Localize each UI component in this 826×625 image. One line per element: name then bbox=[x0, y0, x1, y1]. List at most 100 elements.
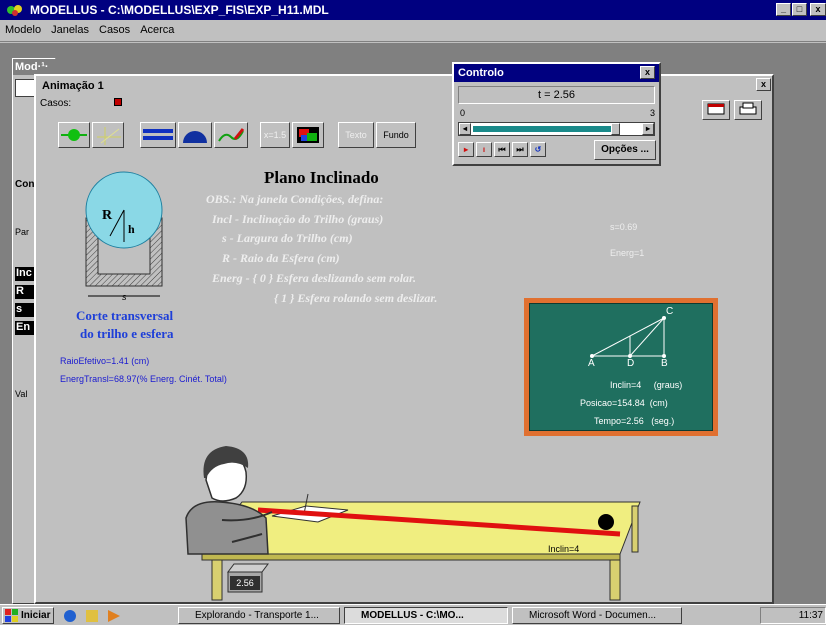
var-r[interactable]: R bbox=[15, 285, 35, 299]
caption-corte-1: Corte transversal bbox=[76, 308, 174, 323]
time-slider[interactable]: ◂ ▸ bbox=[458, 122, 655, 136]
timer-display: 2.56 bbox=[230, 576, 260, 590]
texto-button[interactable]: Texto bbox=[338, 122, 374, 148]
vertex-d-label: D bbox=[627, 358, 635, 369]
table-edge bbox=[201, 553, 621, 561]
task-modellus[interactable]: MODELLUS - C:\MO... bbox=[344, 607, 508, 624]
task-modellus-label: MODELLUS - C:\MO... bbox=[361, 610, 464, 621]
minimize-button[interactable]: _ bbox=[776, 3, 791, 16]
radius-r-label: R bbox=[102, 208, 113, 223]
menu-janelas[interactable]: Janelas bbox=[46, 20, 94, 40]
obs-line-5: Energ - { 0 } Esfera deslizando sem rola… bbox=[212, 271, 417, 285]
clock: 11:37 bbox=[798, 610, 823, 621]
fundo-button[interactable]: Fundo bbox=[376, 122, 416, 148]
time-display: t = 2.56 bbox=[458, 86, 655, 104]
obs-line-4: R - Raio da Esfera (cm) bbox=[222, 251, 340, 265]
printer-icon bbox=[739, 102, 757, 115]
image-icon bbox=[297, 127, 319, 143]
level-tool-button[interactable] bbox=[140, 122, 176, 148]
modellus-logo-icon bbox=[7, 5, 22, 16]
height-h-label: h bbox=[128, 222, 135, 236]
slider-left-arrow[interactable]: ◂ bbox=[459, 123, 471, 135]
menu-bar: Modelo Janelas Casos Acerca bbox=[0, 20, 826, 42]
raio-efetivo-readout: RaioEfetivo=1.41 (cm) bbox=[60, 356, 150, 366]
pen-icon bbox=[218, 128, 245, 142]
heading-plano-inclinado: Plano Inclinado bbox=[264, 168, 379, 187]
model-tool-button[interactable] bbox=[15, 79, 35, 97]
s-value-readout: s=0.69 bbox=[610, 222, 638, 232]
animation-window-title: Animação 1 bbox=[42, 80, 104, 92]
var-incl[interactable]: Inc bbox=[15, 267, 35, 281]
energ-transl-readout: EnergTransl=68.97(% Energ. Cinét. Total) bbox=[60, 374, 227, 384]
menu-casos[interactable]: Casos bbox=[94, 20, 135, 40]
start-label: Iniciar bbox=[21, 610, 51, 621]
bar-level-icon bbox=[143, 129, 173, 140]
vertex-c-label: C bbox=[666, 306, 674, 317]
pause-button[interactable]: ı bbox=[476, 142, 492, 157]
var-s[interactable]: s bbox=[15, 303, 35, 317]
close-button[interactable]: x bbox=[810, 3, 826, 16]
table-leg-left bbox=[211, 559, 223, 601]
vector-tool-button[interactable] bbox=[92, 122, 124, 148]
task-word[interactable]: Microsoft Word - Documen... bbox=[512, 607, 682, 624]
slider-right-arrow[interactable]: ▸ bbox=[642, 123, 654, 135]
replay-button[interactable]: ↺ bbox=[530, 142, 546, 157]
obs-line-6: { 1 } Esfera rolando sem deslizar. bbox=[274, 291, 438, 305]
quick-launch-icons bbox=[64, 610, 120, 622]
controlo-title: Controlo bbox=[454, 64, 659, 82]
animation-close-button[interactable]: x bbox=[756, 78, 771, 91]
obs-line-1: OBS.: Na janela Condições, defina: bbox=[206, 192, 384, 206]
table-leg-right bbox=[609, 559, 621, 601]
play-button[interactable]: ▸ bbox=[458, 142, 474, 157]
menu-acerca[interactable]: Acerca bbox=[135, 20, 179, 40]
model-window-title: Mod·¹· bbox=[13, 59, 57, 75]
window-icon bbox=[707, 103, 725, 115]
controlo-window[interactable]: Controlo x t = 2.56 0 3 ◂ ▸ ▸ ı ⏮ ⏭ ↺ Op… bbox=[452, 62, 661, 166]
app-titlebar: MODELLUS - C:\MODELLUS\EXP_FIS\EXP_H11.M… bbox=[0, 0, 826, 20]
obs-line-3: s - Largura do Trilho (cm) bbox=[222, 231, 353, 245]
pen-tool-button[interactable] bbox=[214, 122, 248, 148]
rewind-button[interactable]: ⏮ bbox=[494, 142, 510, 157]
time-scale-min: 0 bbox=[460, 108, 466, 118]
opcoes-button[interactable]: Opções ... bbox=[594, 140, 656, 160]
axes-icon bbox=[97, 127, 121, 145]
rolling-sphere bbox=[598, 514, 614, 530]
slider-thumb[interactable] bbox=[611, 123, 620, 135]
task-word-label: Microsoft Word - Documen... bbox=[529, 610, 657, 621]
vertex-a-label: A bbox=[588, 358, 595, 369]
animation-window[interactable]: Animação 1 x Casos: x=1.5 Texto Fundo Pl… bbox=[34, 74, 774, 604]
window-restore-button[interactable] bbox=[702, 100, 730, 120]
gauge-icon bbox=[183, 131, 207, 143]
ramp-inclin-label: Inclin=4 bbox=[548, 544, 580, 554]
table-leg-back bbox=[631, 505, 639, 553]
image-tool-button[interactable] bbox=[292, 122, 324, 148]
energ-value-readout: Energ=1 bbox=[610, 248, 645, 258]
model-par-label: Par bbox=[15, 227, 30, 237]
inclin-readout: Inclin=4 (graus) bbox=[610, 380, 683, 390]
gauge-tool-button[interactable] bbox=[178, 122, 212, 148]
scale-button[interactable]: x=1.5 bbox=[260, 122, 290, 148]
controlo-close-button[interactable]: x bbox=[640, 66, 655, 79]
caption-corte-2: do trilho e esfera bbox=[80, 326, 174, 341]
obs-line-2: Incl - Inclinação do Trilho (graus) bbox=[212, 212, 384, 226]
menu-modelo[interactable]: Modelo bbox=[0, 20, 46, 40]
slider-fill bbox=[473, 126, 615, 132]
cross-section-diagram bbox=[85, 171, 163, 297]
windows-logo-icon bbox=[5, 609, 18, 622]
case-color-swatch[interactable] bbox=[114, 98, 122, 106]
var-energ[interactable]: En bbox=[15, 321, 35, 335]
step-button[interactable]: ⏭ bbox=[512, 142, 528, 157]
taskbar: Iniciar Explorando - Transporte 1... MOD… bbox=[0, 604, 826, 625]
maximize-button[interactable]: □ bbox=[792, 3, 807, 16]
time-scale-max: 3 bbox=[650, 108, 656, 118]
casos-label: Casos: bbox=[40, 98, 72, 109]
particle-icon bbox=[61, 129, 87, 141]
task-explorando[interactable]: Explorando - Transporte 1... bbox=[178, 607, 340, 624]
print-button[interactable] bbox=[734, 100, 762, 120]
app-title: MODELLUS - C:\MODELLUS\EXP_FIS\EXP_H11.M… bbox=[30, 3, 329, 17]
model-val-label: Val bbox=[15, 389, 28, 399]
task-explorando-label: Explorando - Transporte 1... bbox=[195, 610, 319, 621]
experiment-scene bbox=[185, 446, 641, 601]
particle-tool-button[interactable] bbox=[58, 122, 90, 148]
triangle-diagram bbox=[590, 316, 666, 358]
